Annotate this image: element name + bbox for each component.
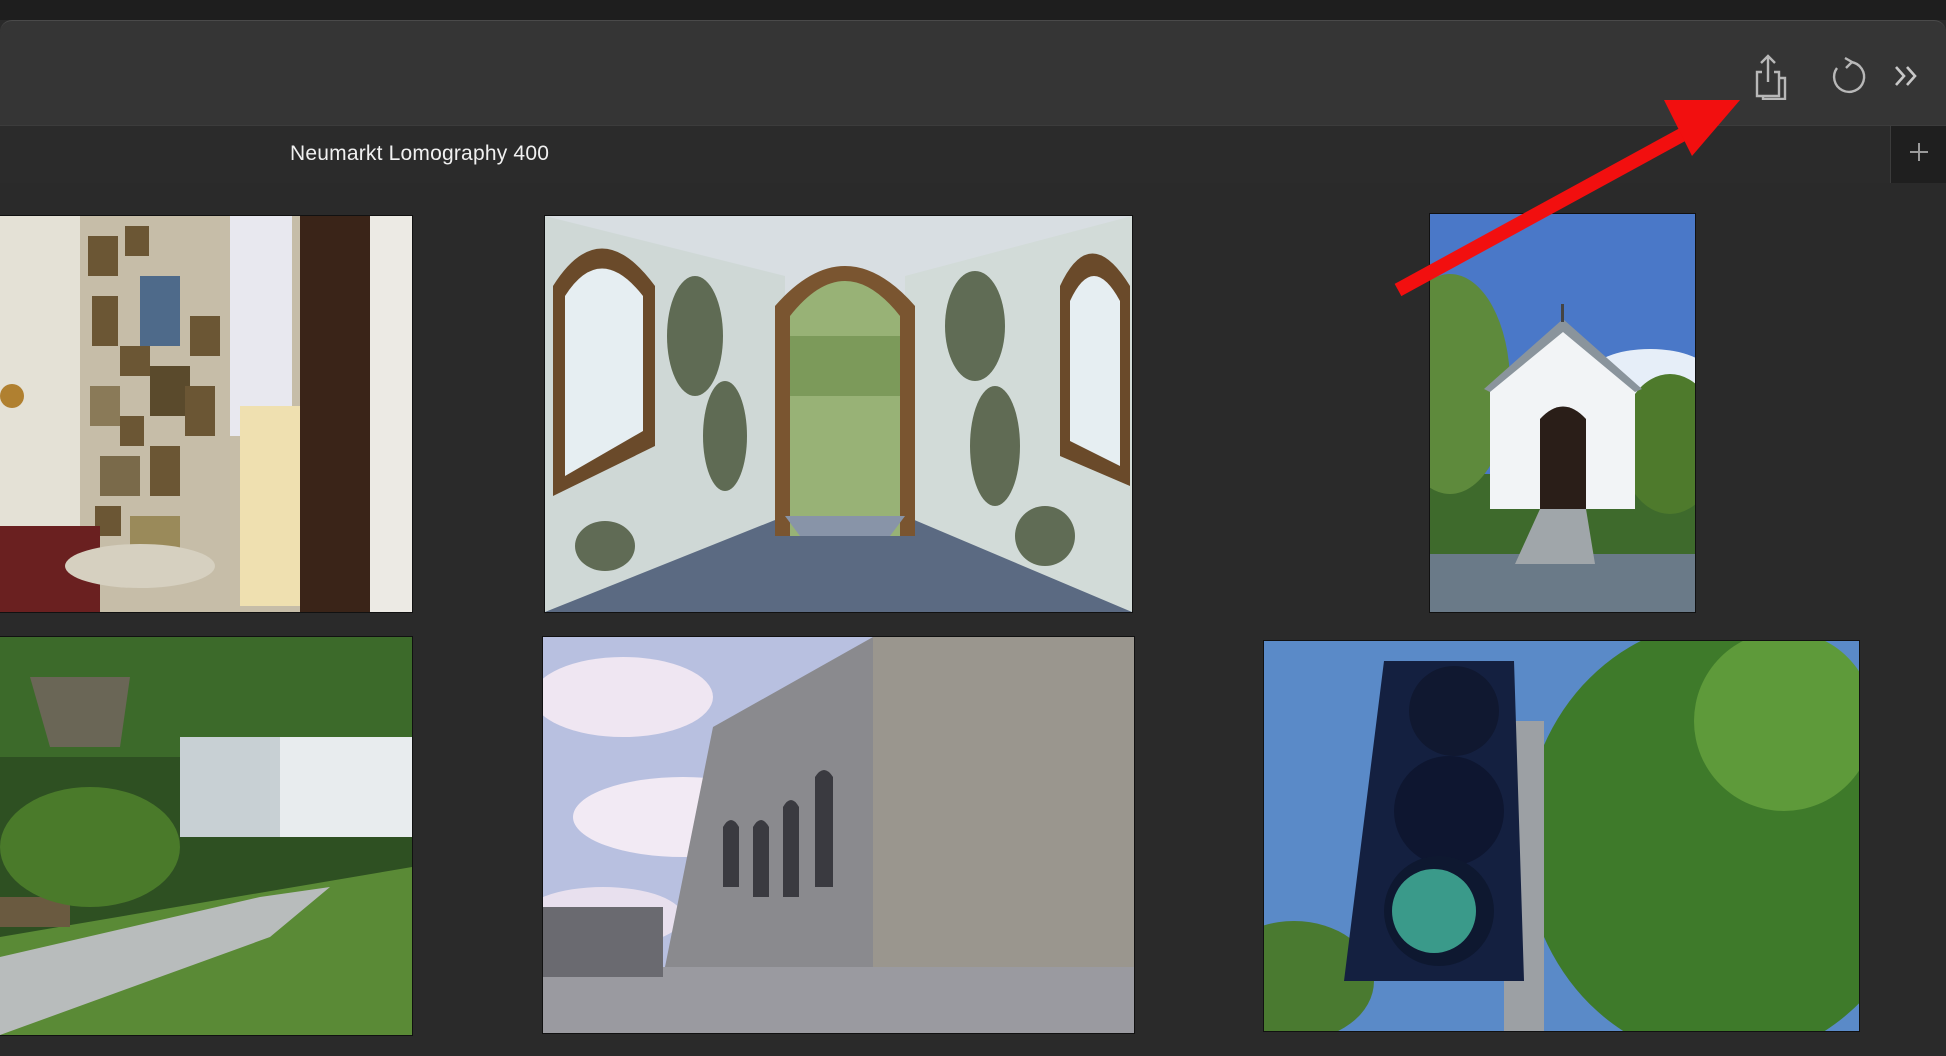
reload-button[interactable] bbox=[1820, 49, 1874, 103]
share-button[interactable] bbox=[1743, 49, 1797, 103]
photo-white-chapel[interactable] bbox=[1430, 214, 1695, 612]
photo-castle-ruin[interactable] bbox=[543, 637, 1134, 1033]
more-button[interactable] bbox=[1880, 49, 1934, 103]
photo-chapel-interior[interactable] bbox=[0, 216, 412, 612]
tab-active[interactable]: Neumarkt Lomography 400 bbox=[0, 125, 1890, 183]
photo-traffic-light[interactable] bbox=[1264, 641, 1859, 1031]
tab-title: Neumarkt Lomography 400 bbox=[290, 142, 550, 165]
reload-icon bbox=[1827, 56, 1867, 96]
window-top-edge bbox=[0, 0, 1946, 20]
photo-gallery bbox=[0, 183, 1946, 1056]
chevron-double-right-icon bbox=[1890, 59, 1924, 93]
photo-arched-doorway[interactable] bbox=[545, 216, 1132, 612]
new-tab-button[interactable] bbox=[1890, 125, 1946, 183]
share-icon bbox=[1748, 52, 1792, 100]
plus-icon bbox=[1907, 140, 1931, 169]
photo-overgrown-path[interactable] bbox=[0, 637, 412, 1035]
